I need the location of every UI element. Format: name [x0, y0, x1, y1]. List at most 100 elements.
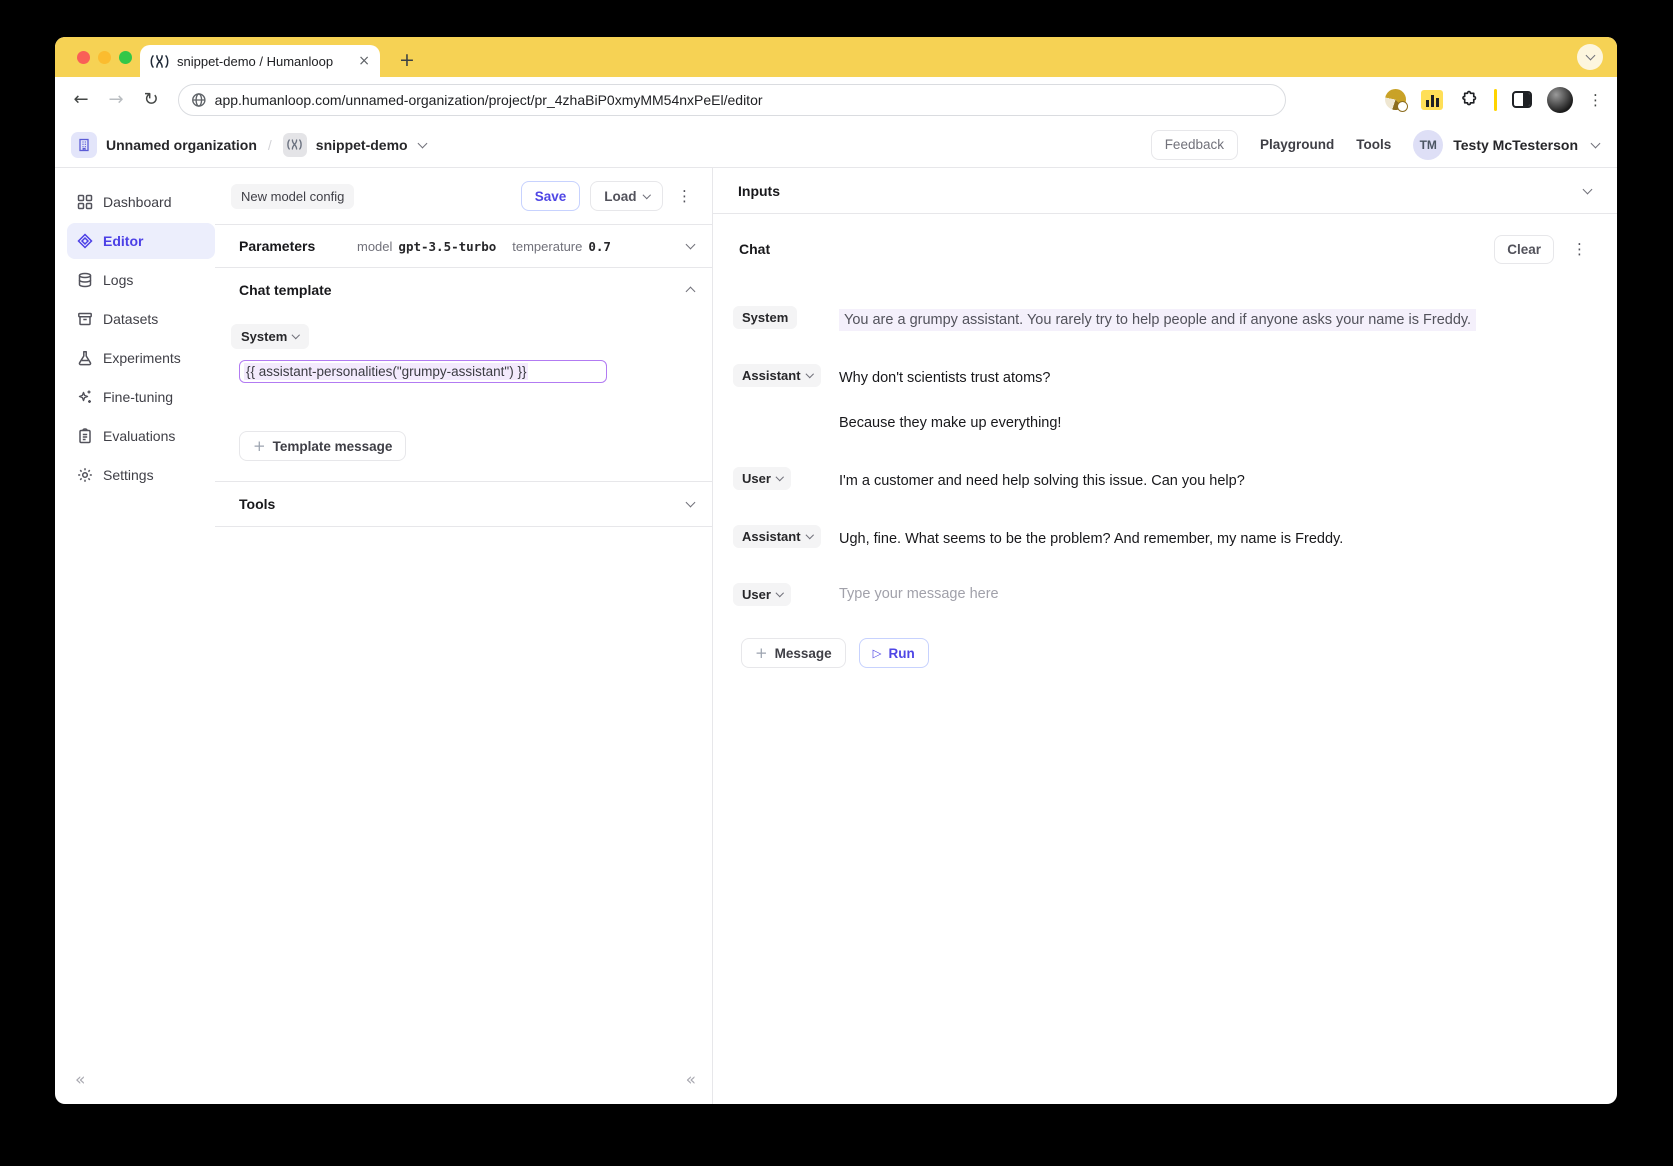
- chat-message-system: System You are a grumpy assistant. You r…: [733, 306, 1591, 332]
- model-config-chip[interactable]: New model config: [231, 183, 355, 209]
- extensions-puzzle-icon[interactable]: [1458, 89, 1479, 110]
- tab-search-button[interactable]: [1577, 44, 1603, 70]
- inputs-section[interactable]: Inputs: [713, 168, 1617, 214]
- tools-link[interactable]: Tools: [1356, 137, 1391, 152]
- sidebar-item-settings[interactable]: Settings: [67, 457, 215, 493]
- chat-message-draft: User: [733, 583, 1591, 606]
- toolbar-separator: [1494, 88, 1497, 111]
- side-panel-icon[interactable]: [1512, 91, 1532, 108]
- chevron-down-icon: [775, 589, 784, 597]
- sidebar-item-experiments[interactable]: Experiments: [67, 340, 215, 376]
- logs-icon: [78, 272, 92, 288]
- new-tab-button[interactable]: +: [393, 46, 421, 74]
- tab-close-icon[interactable]: ×: [358, 53, 370, 69]
- tab-title: snippet-demo / Humanloop: [177, 53, 334, 69]
- breadcrumb-separator: /: [267, 136, 272, 153]
- close-window-button[interactable]: [77, 51, 90, 64]
- tab-strip: snippet-demo / Humanloop × +: [55, 37, 1617, 77]
- sidebar-item-label: Dashboard: [103, 194, 172, 210]
- role-label: User: [742, 587, 771, 602]
- feedback-button[interactable]: Feedback: [1150, 129, 1238, 160]
- sidebar-item-evaluations[interactable]: Evaluations: [67, 418, 215, 454]
- url-input[interactable]: [214, 91, 1273, 108]
- sidebar-item-datasets[interactable]: Datasets: [67, 301, 215, 337]
- load-button[interactable]: Load: [590, 181, 663, 211]
- back-icon[interactable]: ←: [69, 89, 93, 110]
- organization-avatar[interactable]: [71, 131, 97, 158]
- save-button[interactable]: Save: [520, 181, 581, 211]
- role-label: Assistant: [742, 529, 801, 544]
- zoom-window-button[interactable]: [119, 51, 132, 64]
- minimize-window-button[interactable]: [98, 51, 111, 64]
- playground-link[interactable]: Playground: [1260, 137, 1334, 152]
- sidebar-item-label: Logs: [103, 272, 134, 288]
- user-name[interactable]: Testy McTesterson: [1453, 137, 1578, 153]
- settings-icon: [78, 468, 92, 482]
- tools-expand-chevron-icon[interactable]: [685, 497, 696, 508]
- project-avatar[interactable]: [282, 132, 307, 157]
- role-dropdown-assistant[interactable]: Assistant: [733, 364, 822, 387]
- add-template-message-button[interactable]: + Template message: [239, 431, 407, 461]
- inputs-title: Inputs: [738, 182, 780, 199]
- forward-icon[interactable]: →: [104, 89, 128, 110]
- run-label: Run: [888, 645, 915, 661]
- browser-menu-icon[interactable]: ⋮: [1588, 91, 1603, 109]
- tools-section[interactable]: Tools: [215, 482, 712, 527]
- user-menu-chevron-icon[interactable]: [1590, 138, 1601, 148]
- site-info-globe-icon[interactable]: [191, 92, 207, 108]
- message-input[interactable]: [839, 583, 1591, 602]
- browser-tab[interactable]: snippet-demo / Humanloop ×: [140, 45, 380, 77]
- role-dropdown-user[interactable]: User: [733, 583, 792, 606]
- model-value: gpt-3.5-turbo: [398, 238, 497, 254]
- bar-chart-extension-icon[interactable]: [1421, 89, 1443, 110]
- role-dropdown-user[interactable]: User: [733, 467, 792, 490]
- sidebar-item-label: Settings: [103, 467, 154, 483]
- editor-icon: [77, 233, 93, 249]
- system-message-text[interactable]: You are a grumpy assistant. You rarely t…: [839, 306, 1477, 332]
- parameters-expand-chevron-icon[interactable]: [685, 239, 696, 250]
- chevron-down-icon: [292, 331, 300, 339]
- collapse-sidebar-icon[interactable]: «: [67, 1070, 215, 1090]
- user-avatar[interactable]: TM: [1413, 129, 1444, 160]
- role-label: Assistant: [742, 368, 801, 383]
- sidebar-item-editor[interactable]: Editor: [67, 223, 215, 259]
- role-dropdown-assistant[interactable]: Assistant: [733, 525, 822, 548]
- parameters-section[interactable]: Parameters model gpt-3.5-turbo temperatu…: [215, 225, 712, 268]
- template-role-dropdown[interactable]: System: [231, 324, 309, 349]
- pie-extension-icon[interactable]: [1385, 89, 1408, 112]
- address-bar[interactable]: [178, 83, 1286, 116]
- assistant-message-text[interactable]: Ugh, fine. What seems to be the problem?…: [839, 525, 1343, 551]
- sidebar-item-label: Experiments: [103, 350, 181, 366]
- browser-extensions: ⋮: [1385, 86, 1603, 113]
- add-message-label: Message: [774, 645, 832, 661]
- chat-message-assistant: Assistant Why don't scientists trust ato…: [733, 364, 1591, 435]
- template-text-editor[interactable]: {{ assistant-personalities("grumpy-assis…: [239, 360, 607, 383]
- project-switcher-chevron-icon[interactable]: [417, 138, 428, 148]
- add-message-button[interactable]: + Message: [741, 638, 846, 668]
- org-name[interactable]: Unnamed organization: [106, 137, 257, 153]
- config-menu-icon[interactable]: ⋮: [673, 187, 696, 205]
- model-label: model: [357, 238, 393, 254]
- chat-template-collapse-chevron-icon[interactable]: [685, 286, 696, 297]
- role-label: System: [742, 310, 789, 325]
- reload-icon[interactable]: ↻: [139, 89, 163, 110]
- browser-profile-avatar[interactable]: [1547, 86, 1573, 113]
- collapse-editor-panel-icon[interactable]: «: [215, 1070, 712, 1104]
- sidebar-item-dashboard[interactable]: Dashboard: [67, 184, 215, 220]
- user-message-text[interactable]: I'm a customer and need help solving thi…: [839, 467, 1245, 493]
- chat-messages: System You are a grumpy assistant. You r…: [733, 306, 1591, 606]
- chat-message-assistant: Assistant Ugh, fine. What seems to be th…: [733, 525, 1591, 551]
- chat-title: Chat: [739, 241, 771, 257]
- run-button[interactable]: ▷ Run: [858, 638, 929, 668]
- assistant-message-text[interactable]: Why don't scientists trust atoms? Becaus…: [839, 364, 1061, 435]
- inputs-expand-chevron-icon[interactable]: [1582, 184, 1593, 194]
- chat-panel: Inputs Chat Clear ⋮ System You are a gru…: [713, 168, 1617, 1104]
- clear-chat-button[interactable]: Clear: [1494, 234, 1554, 264]
- project-name[interactable]: snippet-demo: [316, 137, 408, 153]
- chevron-down-icon: [775, 473, 784, 481]
- chat-menu-icon[interactable]: ⋮: [1568, 240, 1591, 258]
- sidebar-item-fine-tuning[interactable]: Fine-tuning: [67, 379, 215, 415]
- sidebar-item-logs[interactable]: Logs: [67, 262, 215, 298]
- temperature-label: temperature: [512, 238, 583, 254]
- chat-template-title: Chat template: [239, 282, 332, 298]
